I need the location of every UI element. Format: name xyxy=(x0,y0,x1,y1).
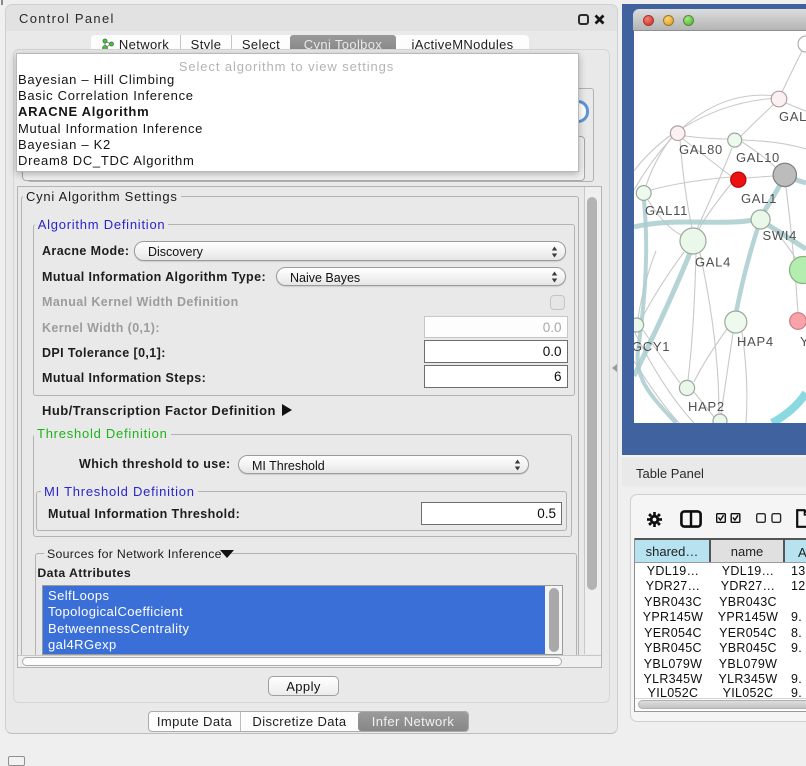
svg-text:GAL4: GAL4 xyxy=(695,255,731,270)
svg-text:GAL11: GAL11 xyxy=(645,203,688,218)
svg-text:GAL10: GAL10 xyxy=(736,150,780,165)
svg-text:GAL: GAL xyxy=(779,109,806,124)
svg-text:HAP2: HAP2 xyxy=(688,399,725,414)
svg-text:SWI4: SWI4 xyxy=(763,228,798,243)
svg-text:GAL1: GAL1 xyxy=(741,191,777,206)
svg-text:GCY1: GCY1 xyxy=(634,339,670,354)
svg-text:HAP4: HAP4 xyxy=(737,334,774,349)
svg-text:GAL80: GAL80 xyxy=(679,142,723,157)
svg-text:Y: Y xyxy=(800,334,806,349)
